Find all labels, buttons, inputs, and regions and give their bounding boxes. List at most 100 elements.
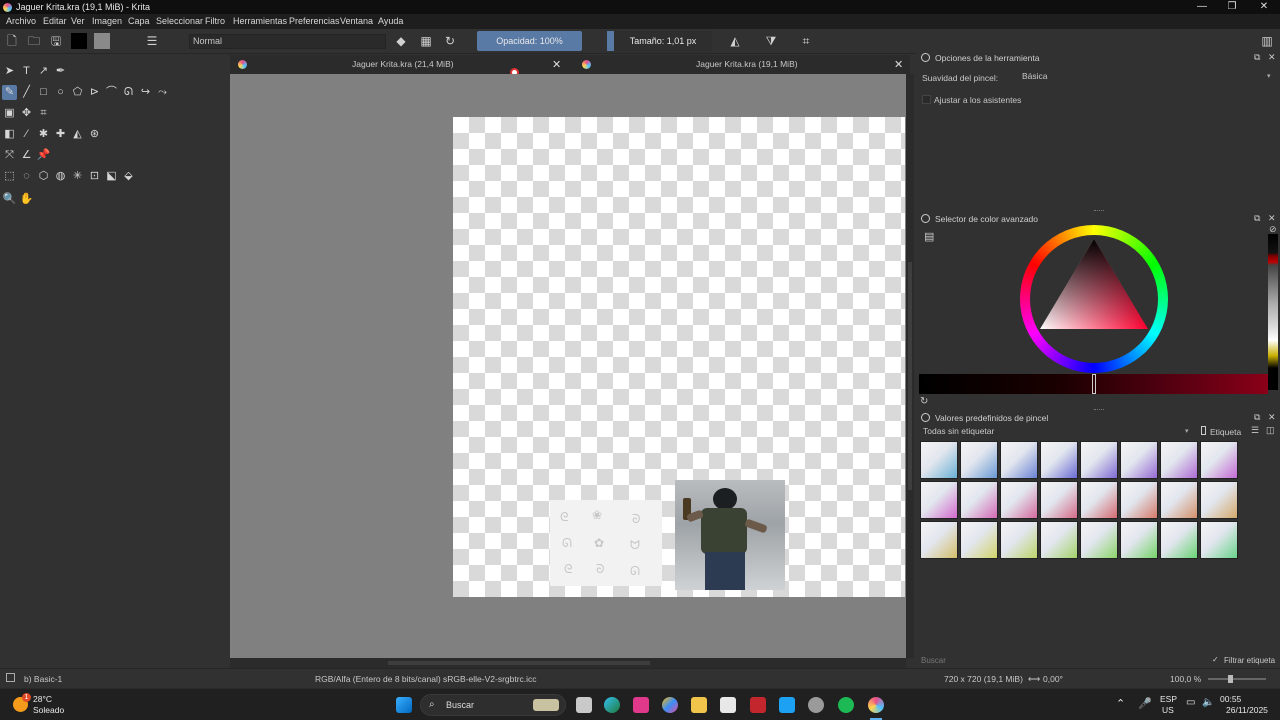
brush-preset-tile[interactable] bbox=[1000, 481, 1038, 519]
language-code[interactable]: ESP bbox=[1160, 694, 1177, 704]
move-tool-icon[interactable]: ✥ bbox=[19, 106, 34, 121]
menu-archivo[interactable]: Archivo bbox=[6, 16, 36, 26]
save-icon[interactable]: 🖫 bbox=[49, 34, 63, 48]
contiguous-selection-icon[interactable]: ✳ bbox=[70, 169, 85, 184]
color-picker-tool-icon[interactable]: ⁄ bbox=[19, 127, 34, 142]
crop-tool-icon[interactable]: ⌗ bbox=[36, 106, 51, 121]
panel-drag-handle[interactable] bbox=[1094, 210, 1104, 211]
fill-tool-icon[interactable]: ◭ bbox=[70, 127, 85, 142]
pan-tool-icon[interactable]: ✋ bbox=[19, 192, 34, 207]
brush-preset-tile[interactable] bbox=[1200, 521, 1238, 559]
volume-icon[interactable]: 🔈 bbox=[1202, 697, 1214, 708]
minimize-button[interactable]: — bbox=[1186, 0, 1218, 14]
bezier-selection-icon[interactable]: ⬕ bbox=[104, 169, 119, 184]
canvas-area[interactable]: ᘓ ❀ ᘐ ᘏ ✿ ᗢ ᘓᘐᘏ bbox=[230, 74, 906, 658]
status-colorspace[interactable]: RGB/Alfa (Entero de 8 bits/canal) sRGB-e… bbox=[315, 674, 537, 684]
horizontal-scrollbar[interactable] bbox=[230, 658, 906, 668]
measure-tool-icon[interactable]: ∠ bbox=[19, 148, 34, 163]
close-panel-icon[interactable]: ✕ bbox=[1268, 213, 1276, 224]
bezier-tool-icon[interactable]: ⌒ bbox=[104, 85, 119, 100]
brush-preset-tile[interactable] bbox=[1120, 521, 1158, 559]
multibrush-tool-icon[interactable]: ⤳ bbox=[155, 85, 170, 100]
microphone-icon[interactable]: 🎤 bbox=[1138, 697, 1152, 710]
assistant-tool-icon[interactable]: ⤧ bbox=[2, 148, 17, 163]
start-menu-icon[interactable] bbox=[396, 697, 412, 713]
brush-preset-tile[interactable] bbox=[1040, 481, 1078, 519]
smoothing-select[interactable]: Básica bbox=[1019, 70, 1274, 83]
menu-ver[interactable]: Ver bbox=[71, 16, 85, 26]
tag-icon[interactable] bbox=[1201, 426, 1206, 435]
network-icon[interactable]: ▭ bbox=[1186, 697, 1195, 708]
brush-preset-tile[interactable] bbox=[1000, 521, 1038, 559]
open-folder-icon[interactable]: 🗀 bbox=[27, 34, 41, 48]
polygon-tool-icon[interactable]: ⬠ bbox=[70, 85, 85, 100]
view-options-icon[interactable]: ☰ bbox=[1251, 425, 1259, 436]
hue-ring[interactable] bbox=[1020, 225, 1168, 373]
calligraphy-tool-icon[interactable]: ✒ bbox=[53, 64, 68, 79]
brush-preset-tile[interactable] bbox=[1040, 441, 1078, 479]
keyboard-layout[interactable]: US bbox=[1162, 705, 1174, 715]
tray-overflow-icon[interactable]: ⌃ bbox=[1116, 697, 1125, 710]
close-tab-icon[interactable]: ✕ bbox=[552, 58, 561, 71]
menu-seleccionar[interactable]: Seleccionar bbox=[156, 16, 203, 26]
freehand-selection-icon[interactable]: ◍ bbox=[53, 169, 68, 184]
copilot-icon[interactable] bbox=[662, 697, 678, 713]
color-history-strip[interactable] bbox=[1268, 234, 1278, 390]
brush-preset-tile[interactable] bbox=[1160, 481, 1198, 519]
ellipse-tool-icon[interactable]: ○ bbox=[53, 85, 68, 100]
krita-taskbar-icon[interactable] bbox=[868, 697, 884, 713]
smart-patch-tool-icon[interactable]: ✚ bbox=[53, 127, 68, 142]
new-document-icon[interactable]: 🗋 bbox=[5, 34, 19, 48]
freehand-path-tool-icon[interactable]: ᘏ bbox=[121, 85, 136, 100]
close-panel-icon[interactable]: ✕ bbox=[1268, 52, 1276, 63]
brush-preset-tile[interactable] bbox=[1160, 441, 1198, 479]
patterns-icon[interactable]: ☰ bbox=[145, 34, 159, 48]
brush-preset-tile[interactable] bbox=[1120, 441, 1158, 479]
edge-browser-icon[interactable] bbox=[604, 697, 620, 713]
brush-preset-tile[interactable] bbox=[1120, 481, 1158, 519]
brush-preset-tile[interactable] bbox=[920, 481, 958, 519]
file-explorer-icon[interactable] bbox=[691, 697, 707, 713]
close-panel-icon[interactable]: ✕ bbox=[1268, 412, 1276, 423]
close-window-button[interactable]: ✕ bbox=[1248, 0, 1280, 14]
menu-herramientas[interactable]: Herramientas bbox=[233, 16, 287, 26]
line-tool-icon[interactable]: ╱ bbox=[19, 85, 34, 100]
panel-drag-handle[interactable] bbox=[1094, 409, 1104, 410]
blend-mode-select[interactable]: Normal bbox=[189, 34, 386, 49]
wrap-around-icon[interactable]: ⌗ bbox=[799, 34, 813, 48]
restore-button[interactable]: ❐ bbox=[1216, 0, 1248, 14]
store-icon[interactable] bbox=[720, 697, 736, 713]
brush-preset-tile[interactable] bbox=[1200, 441, 1238, 479]
brush-preset-tile[interactable] bbox=[960, 521, 998, 559]
mirror-vertical-icon[interactable]: ⧩ bbox=[764, 34, 778, 48]
mirror-horizontal-icon[interactable]: ◭ bbox=[728, 34, 742, 48]
opacity-slider[interactable]: Opacidad: 100% bbox=[477, 31, 582, 51]
brush-preset-tile[interactable] bbox=[1080, 481, 1118, 519]
brush-preset-tile[interactable] bbox=[960, 441, 998, 479]
twitter-icon[interactable] bbox=[779, 697, 795, 713]
brush-preset-tile[interactable] bbox=[1200, 481, 1238, 519]
spotify-icon[interactable] bbox=[838, 697, 854, 713]
clock-time[interactable]: 00:55 bbox=[1220, 694, 1241, 704]
tab-document-1[interactable]: Jaguer Krita.kra (21,4 MiB) bbox=[352, 55, 454, 74]
zoom-tool-icon[interactable]: 🔍 bbox=[2, 192, 17, 207]
tab-document-2[interactable]: Jaguer Krita.kra (19,1 MiB) bbox=[696, 55, 798, 74]
menu-ventana[interactable]: Ventana bbox=[340, 16, 373, 26]
enclose-fill-tool-icon[interactable]: ⊛ bbox=[87, 127, 102, 142]
preserve-alpha-icon[interactable]: ▦ bbox=[419, 34, 433, 48]
menu-ayuda[interactable]: Ayuda bbox=[378, 16, 403, 26]
vertical-scrollbar[interactable] bbox=[906, 74, 914, 658]
dynamic-brush-tool-icon[interactable]: ↪ bbox=[138, 85, 153, 100]
saturation-value-triangle[interactable] bbox=[1020, 225, 1168, 373]
brush-preset-tile[interactable] bbox=[1080, 521, 1118, 559]
rectangle-tool-icon[interactable]: □ bbox=[36, 85, 51, 100]
reference-images-tool-icon[interactable]: 📌 bbox=[36, 148, 51, 163]
assistants-checkbox[interactable] bbox=[922, 95, 931, 104]
float-panel-icon[interactable]: ⧉ bbox=[1254, 213, 1260, 224]
zoom-slider[interactable] bbox=[1208, 678, 1266, 680]
clock-date[interactable]: 26/11/2025 bbox=[1226, 705, 1268, 715]
refresh-color-icon[interactable]: ↻ bbox=[920, 396, 928, 407]
similar-color-selection-icon[interactable]: ⊡ bbox=[87, 169, 102, 184]
magnetic-selection-icon[interactable]: ⬙ bbox=[121, 169, 136, 184]
brush-preset-tile[interactable] bbox=[1040, 521, 1078, 559]
